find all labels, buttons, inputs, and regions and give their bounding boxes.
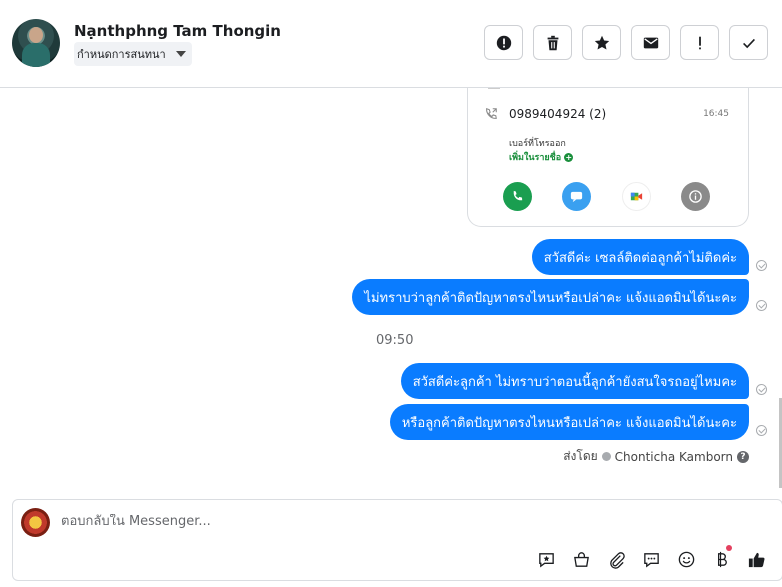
mark-unread-button[interactable]	[631, 25, 670, 60]
like-icon	[748, 552, 765, 567]
phone-icon	[513, 190, 523, 201]
assign-conversation-dropdown[interactable]: กำหนดการสนทนา	[74, 42, 192, 66]
agent-status-icon	[601, 452, 611, 461]
star-button[interactable]	[582, 25, 621, 60]
seen-check-icon	[756, 425, 767, 436]
shop-button[interactable]	[569, 547, 593, 571]
currency-icon	[717, 551, 727, 567]
call-phone-button	[503, 182, 532, 211]
attach-button[interactable]	[604, 547, 628, 571]
video-meet-icon	[630, 192, 643, 201]
avatar-face	[29, 27, 43, 43]
call-time: 16:45	[703, 109, 729, 119]
caret-down-icon	[175, 51, 186, 57]
reply-input[interactable]	[61, 514, 561, 529]
call-log-image-card[interactable]: 0989404924 (2) 16:45 เบอร์ที่โทรออก เพิ่…	[467, 88, 749, 227]
sent-by-prefix: ส่งโดย	[563, 449, 598, 463]
emoji-button[interactable]	[674, 547, 698, 571]
add-to-contacts-link: เพิ่มในรายชื่อ +	[509, 150, 574, 164]
trash-icon	[547, 35, 558, 50]
card-top-fragment	[488, 88, 500, 89]
seen-check-icon	[756, 300, 767, 311]
help-icon[interactable]: ?	[737, 450, 749, 463]
seen-check-icon	[756, 260, 767, 271]
chat-bubble-icon	[643, 552, 659, 567]
saved-reply-icon	[538, 552, 554, 567]
message-icon	[570, 191, 583, 203]
assign-label: กำหนดการสนทนา	[77, 48, 166, 61]
avatar-body	[22, 43, 50, 67]
contact-name[interactable]: Nạnthphng Tam Thongin	[74, 22, 281, 40]
video-meet-button	[622, 182, 651, 211]
conversation-header: Nạnthphng Tam Thongin กำหนดการสนทนา	[0, 0, 782, 88]
seen-check-icon	[756, 384, 767, 395]
check-icon	[742, 38, 755, 48]
message-button	[562, 182, 591, 211]
payment-button[interactable]	[709, 545, 733, 571]
mark-done-button[interactable]	[729, 25, 768, 60]
header-actions	[484, 25, 768, 60]
envelope-icon	[643, 37, 658, 48]
message-thread[interactable]: 0989404924 (2) 16:45 เบอร์ที่โทรออก เพิ่…	[0, 88, 782, 498]
outgoing-message[interactable]: หรือลูกค้าติดปัญหาตรงไหนหรือเปล่าคะ แจ้ง…	[389, 404, 749, 440]
outgoing-call-icon	[486, 108, 497, 119]
chat-button[interactable]	[639, 547, 663, 571]
composer-toolbar	[534, 545, 768, 571]
exclamation-icon	[698, 36, 701, 49]
like-button[interactable]	[744, 547, 768, 571]
saved-reply-button[interactable]	[534, 547, 558, 571]
outgoing-message[interactable]: สวัสดีค่ะ เซลล์ติดต่อลูกค้าไม่ติดค่ะ	[531, 239, 749, 275]
plus-circle-icon: +	[564, 152, 574, 162]
info-icon	[689, 190, 702, 203]
message-timestamp: 09:50	[376, 333, 414, 348]
outgoing-message[interactable]: สวัสดีค่ะลูกค้า ไม่ทราบว่าตอนนี้ลูกค้ายั…	[400, 363, 749, 399]
outgoing-message[interactable]: ไม่ทราบว่าลูกค้าติดปัญหาตรงไหนหรือเปล่าค…	[352, 279, 749, 315]
delete-button[interactable]	[533, 25, 572, 60]
info-button	[681, 182, 710, 211]
notification-dot	[726, 545, 732, 551]
contact-avatar[interactable]	[12, 19, 60, 67]
mark-spam-button[interactable]	[484, 25, 523, 60]
reply-composer	[12, 499, 782, 581]
emoji-icon	[678, 551, 694, 567]
call-type-label: เบอร์ที่โทรออก	[509, 139, 566, 149]
add-to-contacts-label: เพิ่มในรายชื่อ	[509, 153, 562, 163]
paperclip-icon	[609, 551, 625, 569]
sent-by-info: ส่งโดย Chonticha Kamborn ?	[563, 447, 749, 466]
follow-up-button[interactable]	[680, 25, 719, 60]
star-icon	[594, 35, 609, 49]
sent-by-name: Chonticha Kamborn	[614, 449, 733, 464]
shopping-bag-icon	[573, 551, 589, 567]
page-avatar	[21, 508, 50, 537]
call-number: 0989404924 (2)	[509, 107, 607, 121]
alert-circle-icon	[496, 35, 511, 50]
